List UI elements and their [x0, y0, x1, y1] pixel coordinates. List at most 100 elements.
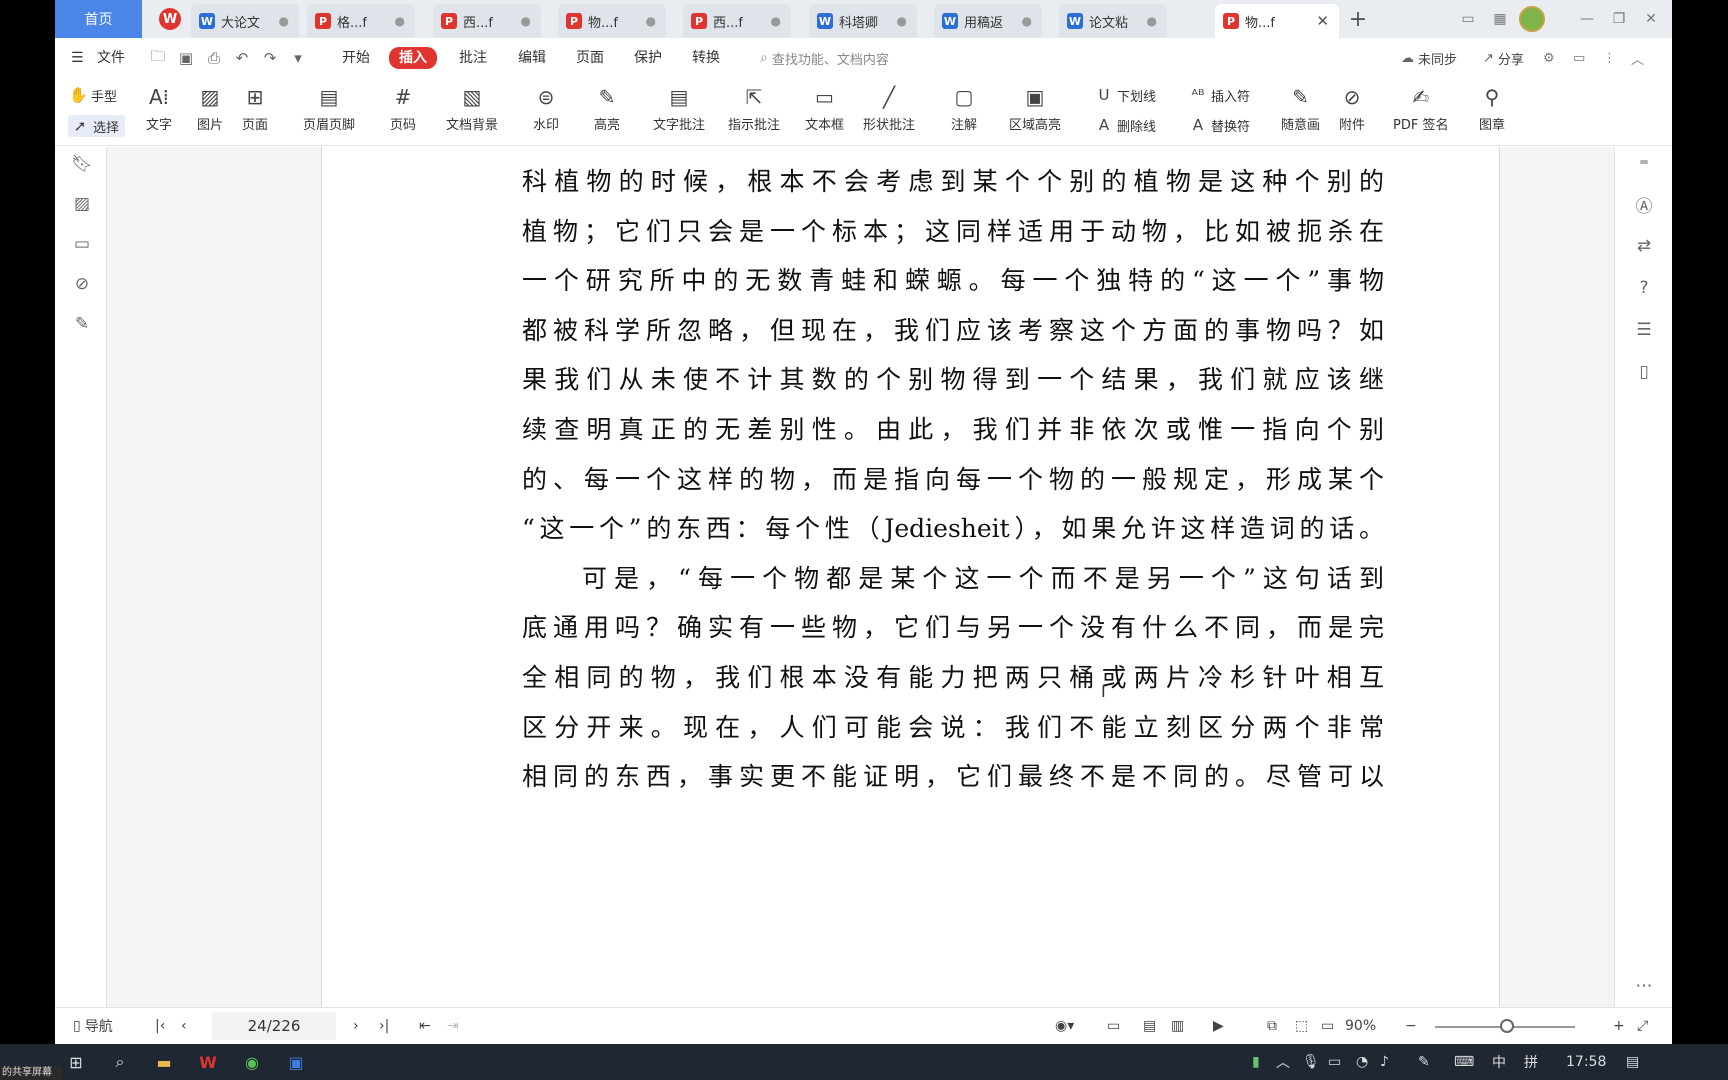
save-icon[interactable]: ▣	[177, 49, 195, 67]
meeting-app-icon[interactable]: ▣	[284, 1050, 308, 1074]
play-icon[interactable]: ▶	[1213, 1016, 1224, 1036]
menu-page[interactable]: 页面	[576, 48, 604, 68]
document-viewport[interactable]: 科植物的时候，根本不会考虑到某个个别的植物是这种个别的 植物；它们只会是一个标本…	[107, 147, 1614, 1007]
file-explorer-icon[interactable]: ▬	[152, 1050, 176, 1074]
translate-icon[interactable]: ⇄	[1633, 235, 1655, 257]
watermark-button[interactable]: ⊜ 水印	[532, 82, 560, 133]
notification-icon[interactable]: ▤	[1626, 1052, 1639, 1072]
layout-icon[interactable]: ▭	[1455, 6, 1481, 32]
two-page-icon[interactable]: ▥	[1171, 1016, 1184, 1036]
minimize-icon[interactable]: —	[1575, 6, 1599, 32]
first-page-icon[interactable]: |‹	[155, 1016, 165, 1036]
thumbnail-icon[interactable]: ▨	[71, 193, 93, 215]
highlight-button[interactable]: ✎ 高亮	[593, 82, 621, 133]
stamp-button[interactable]: ⚲ 图章	[1478, 82, 1506, 133]
ai-icon[interactable]: Ⓐ	[1633, 193, 1655, 217]
pdf-sign-button[interactable]: ✍ PDF 签名	[1393, 82, 1448, 133]
open-folder-icon[interactable]: 🗀	[149, 47, 167, 67]
restore-icon[interactable]: ❐	[1607, 6, 1631, 32]
read-mode-icon[interactable]: ▯	[1633, 361, 1655, 383]
page-button[interactable]: ⊞ 页面	[241, 82, 269, 133]
wps-logo-icon[interactable]: W	[142, 0, 198, 38]
grid-icon[interactable]: ▦	[1487, 6, 1513, 32]
signature-icon[interactable]: ✎	[71, 313, 93, 335]
redo-icon[interactable]: ↷	[261, 49, 279, 67]
tab-home[interactable]: 首页	[55, 0, 142, 38]
microphone-icon[interactable]: 🎙︎	[1302, 1052, 1320, 1072]
more-dots-icon[interactable]: ⋯	[1633, 975, 1655, 997]
single-page-icon[interactable]: ▭	[1107, 1016, 1120, 1036]
keyboard-icon[interactable]: ⌨	[1454, 1052, 1474, 1072]
back-icon[interactable]: ⇤	[419, 1016, 431, 1036]
doc-tab[interactable]: P 西...f ●	[683, 4, 791, 38]
sync-status[interactable]: ☁ 未同步	[1401, 48, 1457, 68]
shape-comment-button[interactable]: ╱ 形状批注	[863, 82, 915, 133]
page-number-input[interactable]: 24/226	[212, 1012, 336, 1040]
replace-mark-button[interactable]: A 替换符	[1189, 114, 1250, 136]
doc-tab[interactable]: P 物...f ●	[558, 4, 666, 38]
doc-tab-active[interactable]: P 物...f ✕	[1215, 4, 1339, 38]
attachment-button[interactable]: ⊘ 附件	[1338, 82, 1366, 133]
textbox-button[interactable]: ▭ 文本框	[805, 82, 844, 133]
text-comment-button[interactable]: ▤ 文字批注	[653, 82, 705, 133]
last-page-icon[interactable]: ›|	[379, 1016, 389, 1036]
doc-tab[interactable]: W 科塔卿 ●	[809, 4, 917, 38]
browser-icon[interactable]: ◉	[240, 1050, 264, 1074]
battery-icon[interactable]: ▭	[1328, 1052, 1341, 1072]
fit-width-icon[interactable]: ▭	[1321, 1016, 1334, 1036]
text-button[interactable]: A⁞ 文字	[145, 82, 173, 133]
fullscreen-icon[interactable]: ⤢	[1637, 1016, 1648, 1036]
wifi-icon[interactable]: ◔	[1356, 1052, 1368, 1072]
prev-page-icon[interactable]: ‹	[181, 1016, 187, 1036]
zoom-in-icon[interactable]: +	[1613, 1016, 1625, 1036]
image-button[interactable]: ▨ 图片	[196, 82, 224, 133]
pen-icon[interactable]: ✎	[1418, 1052, 1430, 1072]
doc-tab[interactable]: P 西...f ●	[433, 4, 541, 38]
page-number-button[interactable]: # 页码	[389, 82, 417, 133]
eye-protect-icon[interactable]: ◉▾	[1055, 1016, 1074, 1036]
doc-tab[interactable]: W 大论文 ●	[191, 4, 299, 38]
zoom-out-icon[interactable]: −	[1405, 1016, 1417, 1036]
menu-convert[interactable]: 转换	[692, 48, 720, 68]
doc-background-button[interactable]: ▧ 文档背景	[446, 82, 498, 133]
ime-language[interactable]: 中	[1492, 1052, 1506, 1072]
message-icon[interactable]: ▭	[1573, 48, 1585, 68]
print-icon[interactable]: ⎙	[205, 49, 223, 67]
menu-comment[interactable]: 批注	[459, 48, 487, 68]
menu-edit[interactable]: 编辑	[518, 48, 546, 68]
close-window-icon[interactable]: ✕	[1639, 6, 1663, 32]
area-highlight-button[interactable]: ▣ 区域高亮	[1009, 82, 1061, 133]
help-icon[interactable]: ?	[1633, 277, 1655, 299]
ime-mode[interactable]: 拼	[1524, 1052, 1538, 1072]
wps-icon[interactable]: W	[196, 1050, 220, 1074]
search-icon[interactable]: ⌕	[108, 1050, 132, 1074]
avatar[interactable]	[1517, 6, 1547, 32]
share-button[interactable]: ↗ 分享	[1483, 48, 1524, 68]
menu-start[interactable]: 开始	[342, 48, 370, 68]
continuous-page-icon[interactable]: ▤	[1143, 1016, 1156, 1036]
battery-app-icon[interactable]: ▮	[1252, 1052, 1260, 1072]
doc-tab[interactable]: W 用稿返 ●	[934, 4, 1042, 38]
comment-icon[interactable]: ▭	[71, 233, 93, 255]
volume-icon[interactable]: ♪	[1380, 1052, 1389, 1072]
forward-icon[interactable]: ⇥	[447, 1016, 459, 1036]
freehand-button[interactable]: ✎ 随意画	[1281, 82, 1320, 133]
search-input[interactable]: ⌕ 查找功能、文档内容	[760, 47, 960, 69]
zoom-slider-knob[interactable]	[1500, 1019, 1514, 1033]
hand-tool-button[interactable]: ✋ 手型	[69, 84, 117, 106]
doc-tab[interactable]: W 论文粘 ●	[1059, 4, 1167, 38]
collapse-ribbon-icon[interactable]: ︿	[1631, 48, 1644, 68]
menu-file[interactable]: 文件	[97, 48, 125, 68]
menu-protect[interactable]: 保护	[634, 48, 662, 68]
menu-insert[interactable]: 插入	[389, 47, 437, 69]
close-tab-icon[interactable]: ✕	[1316, 12, 1329, 30]
fit-page-icon[interactable]: ⬚	[1295, 1016, 1308, 1036]
strikethrough-button[interactable]: A 删除线	[1095, 114, 1156, 136]
clock[interactable]: 17:58	[1566, 1052, 1606, 1072]
select-tool-button[interactable]: ➚ 选择	[68, 115, 126, 137]
doc-tab[interactable]: P 格...f ●	[307, 4, 415, 38]
pointer-comment-button[interactable]: ⇱ 指示批注	[728, 82, 780, 133]
bookmark-icon[interactable]: 🔖︎	[71, 153, 93, 175]
header-footer-button[interactable]: ▤ 页眉页脚	[303, 82, 355, 133]
annotation-button[interactable]: ▢ 注解	[950, 82, 978, 133]
